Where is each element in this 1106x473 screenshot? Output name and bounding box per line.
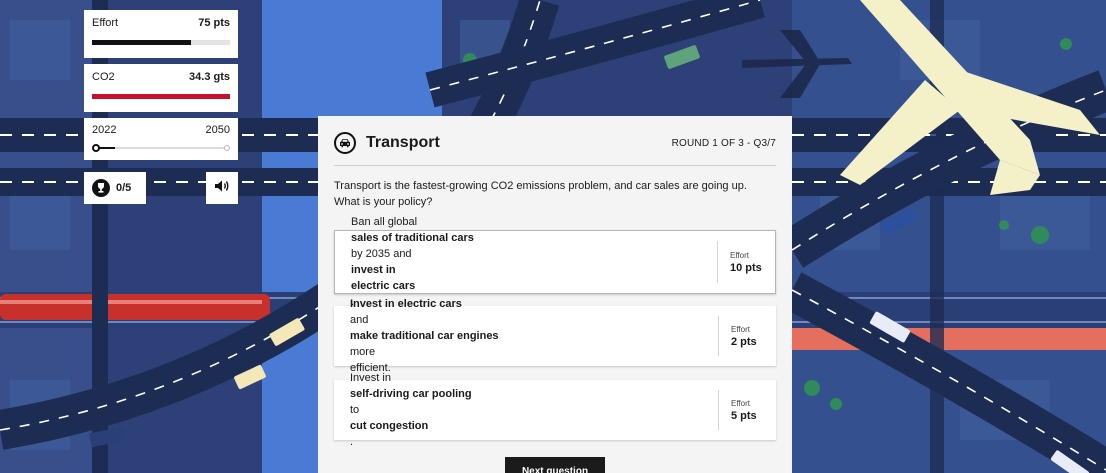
speaker-icon xyxy=(214,179,230,198)
co2-value: 34.3 gts xyxy=(189,71,230,83)
policy-option-2[interactable]: Invest in electric cars and make traditi… xyxy=(334,298,776,374)
option-2-text-part: more xyxy=(350,346,376,358)
timeline-end-marker xyxy=(224,145,230,151)
option-1-text-bold: sales of traditional cars xyxy=(351,232,474,244)
effort-meter: Effort 75 pts xyxy=(84,10,238,58)
option-3-effort: Effort 5 pts xyxy=(718,390,776,430)
question-panel: Transport ROUND 1 OF 3 - Q3/7 Transport … xyxy=(318,116,792,473)
effort-bar xyxy=(92,40,230,45)
option-1-effort: Effort 10 pts xyxy=(717,241,775,283)
question-topic: Transport xyxy=(366,134,440,151)
hud-panel: Effort 75 pts CO2 34.3 gts 2022 2050 0/5 xyxy=(84,10,238,204)
effort-label: Effort xyxy=(92,17,119,29)
option-2-effort-points: 2 pts xyxy=(731,335,757,348)
option-2-text: Invest in electric cars and make traditi… xyxy=(334,298,718,374)
effort-caption: Effort xyxy=(730,250,749,260)
effort-caption: Effort xyxy=(731,324,750,334)
option-3-text-part: . xyxy=(350,436,354,448)
option-1-text-part: Ban all global xyxy=(351,216,418,228)
score-badge: 0/5 xyxy=(84,172,146,204)
timeline-current-marker xyxy=(92,144,100,152)
option-3-text-part: Invest in xyxy=(350,372,391,384)
option-2-effort: Effort 2 pts xyxy=(718,316,776,356)
option-1-text-part: by 2035 and xyxy=(351,248,412,260)
option-3-text-part: to xyxy=(350,404,360,416)
policy-option-1[interactable]: Ban all global sales of traditional cars… xyxy=(334,216,776,308)
timeline-end-year: 2050 xyxy=(205,124,230,136)
question-prompt: Transport is the fastest-growing CO2 emi… xyxy=(334,180,747,208)
effort-caption: Effort xyxy=(731,398,750,408)
option-1-text-bold: electric cars xyxy=(351,280,416,292)
timeline-start-year: 2022 xyxy=(92,124,117,136)
option-2-text-part: and xyxy=(350,314,369,326)
option-1-effort-points: 10 pts xyxy=(730,261,762,274)
score-value: 0/5 xyxy=(116,182,132,194)
option-1-text-bold: invest in xyxy=(351,264,396,276)
red-train xyxy=(0,294,270,320)
co2-bar xyxy=(92,94,230,99)
option-1-text: Ban all global sales of traditional cars… xyxy=(335,216,717,308)
effort-bar-fill xyxy=(92,40,192,45)
timeline-line xyxy=(96,147,228,149)
year-timeline: 2022 2050 xyxy=(84,118,238,160)
co2-bar-fill xyxy=(92,94,230,99)
option-3-text-bold: cut congestion xyxy=(350,420,429,432)
trophy-icon xyxy=(92,179,110,197)
co2-label: CO2 xyxy=(92,71,115,83)
effort-value: 75 pts xyxy=(198,17,230,29)
car-icon xyxy=(334,132,356,154)
round-indicator: ROUND 1 OF 3 - Q3/7 xyxy=(671,137,776,149)
option-2-text-bold: make traditional car engines xyxy=(350,330,499,342)
option-2-text-bold: Invest in electric cars xyxy=(350,298,462,310)
co2-meter: CO2 34.3 gts xyxy=(84,64,238,112)
question-header: Transport ROUND 1 OF 3 - Q3/7 xyxy=(334,132,776,166)
option-3-text-bold: self-driving car pooling xyxy=(350,388,472,400)
timeline-track xyxy=(92,144,230,152)
option-3-effort-points: 5 pts xyxy=(731,409,757,422)
policy-option-3[interactable]: Invest in self-driving car pooling to cu… xyxy=(334,372,776,448)
next-question-button[interactable]: Next question xyxy=(505,457,605,473)
option-3-text: Invest in self-driving car pooling to cu… xyxy=(334,372,718,448)
sound-toggle-button[interactable] xyxy=(206,172,238,204)
